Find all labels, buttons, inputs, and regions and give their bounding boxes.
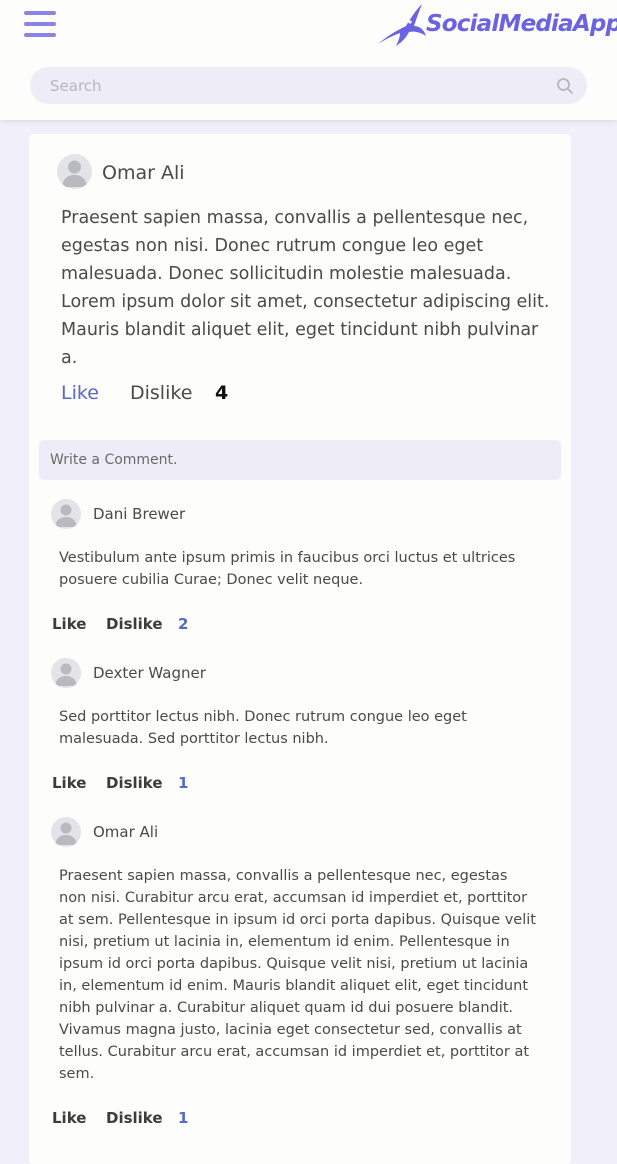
comment-text: Praesent sapien massa, convallis a pelle…	[59, 868, 536, 1082]
comment-author-name[interactable]: Omar Ali	[93, 823, 158, 841]
post-dislike-button[interactable]: Dislike	[130, 382, 192, 404]
search-icon[interactable]	[556, 77, 574, 95]
default-avatar-icon	[51, 658, 81, 688]
post-reaction-count: 4	[215, 382, 229, 404]
search-bar	[30, 67, 587, 104]
comment-dislike-button[interactable]: Dislike	[106, 774, 163, 792]
comment-text: Sed porttitor lectus nibh. Donec rutrum …	[59, 709, 467, 747]
post-card: Omar Ali Praesent sapien massa, convalli…	[29, 134, 571, 1164]
post-like-button[interactable]: Like	[61, 382, 99, 404]
app-header: SocialMediaApp	[0, 0, 617, 120]
comment-reaction-count: 1	[178, 1109, 189, 1127]
post-body-text: Praesent sapien massa, convallis a pelle…	[61, 208, 550, 368]
comment-like-button[interactable]: Like	[52, 774, 86, 792]
default-avatar-icon	[57, 154, 92, 189]
comment-reaction-count: 2	[178, 615, 189, 633]
comment-text: Vestibulum ante ipsum primis in faucibus…	[59, 550, 516, 588]
default-avatar-icon	[51, 817, 81, 847]
comment-dislike-button[interactable]: Dislike	[106, 615, 163, 633]
hamburger-menu-icon[interactable]	[24, 11, 56, 39]
search-input[interactable]	[50, 67, 550, 104]
comment-dislike-button[interactable]: Dislike	[106, 1109, 163, 1127]
post-author-name[interactable]: Omar Ali	[102, 162, 185, 184]
comment-input-box	[39, 440, 561, 480]
app-logo-text: SocialMediaApp	[426, 11, 617, 37]
comment-author-name[interactable]: Dexter Wagner	[93, 664, 206, 682]
swallow-bird-icon	[378, 4, 426, 46]
comment-author-name[interactable]: Dani Brewer	[93, 505, 185, 523]
app-logo[interactable]: SocialMediaApp	[376, 4, 617, 50]
comment-reaction-count: 1	[178, 774, 189, 792]
comment-like-button[interactable]: Like	[52, 615, 86, 633]
comment-input[interactable]	[50, 440, 550, 480]
default-avatar-icon	[51, 499, 81, 529]
comment-like-button[interactable]: Like	[52, 1109, 86, 1127]
